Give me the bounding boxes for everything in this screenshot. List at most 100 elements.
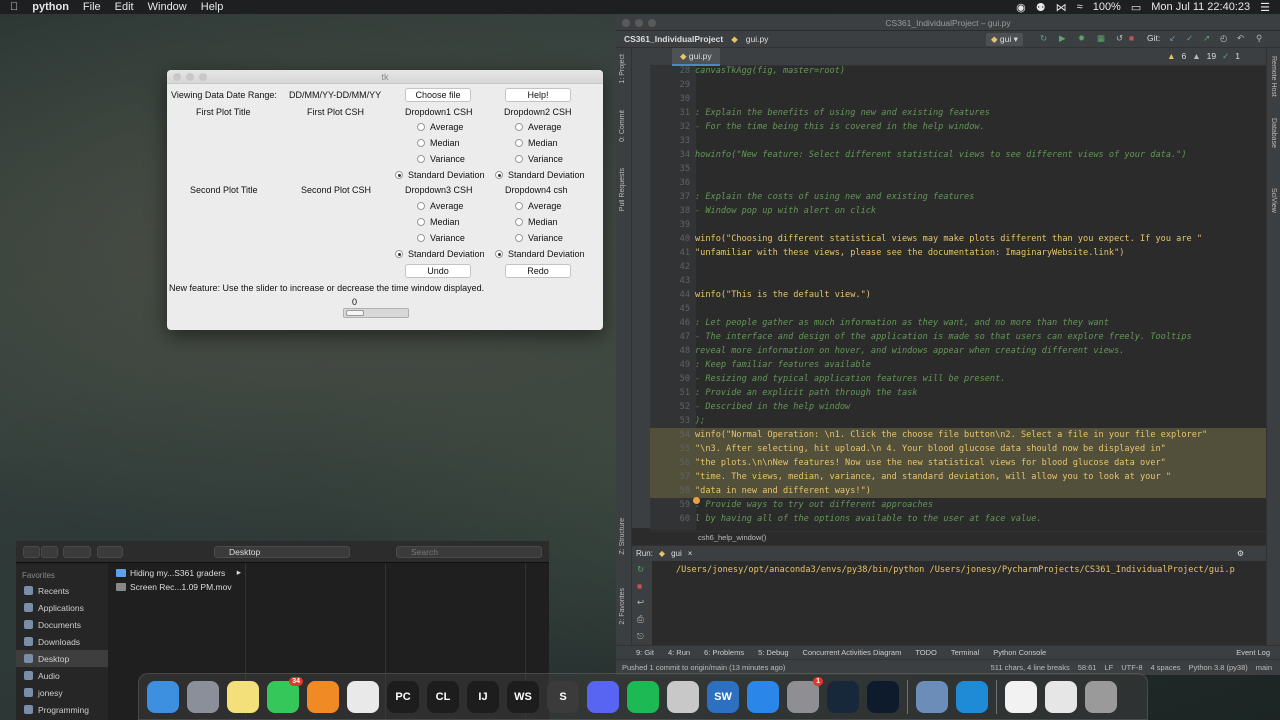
code-line[interactable]: 51: Provide an explicit path through the… [650, 386, 1266, 400]
xcode-instruments-icon[interactable] [747, 680, 779, 713]
clock[interactable]: Mon Jul 11 22:40:23 [1151, 1, 1250, 13]
code-line[interactable]: 45 [650, 302, 1266, 316]
intellij-icon[interactable]: IJ [467, 680, 499, 713]
code-line[interactable]: 49: Keep familiar features available [650, 358, 1266, 372]
run-tab[interactable]: gui [671, 549, 682, 558]
status-line-sep[interactable]: LF [1104, 663, 1113, 672]
sidebar-item-jonesy[interactable]: jonesy [16, 684, 108, 701]
code-line[interactable]: 28 canvasTkAgg(fig, master=root) [650, 66, 1266, 78]
rerun-icon[interactable]: ↻ [1040, 33, 1047, 44]
tool-event-log[interactable]: Event Log [1236, 648, 1280, 657]
tool-tab-favorites[interactable]: 2: Favorites [619, 588, 626, 625]
choose-file-button[interactable]: Choose file [405, 88, 471, 102]
menu-window[interactable]: Window [148, 1, 187, 13]
trash-icon[interactable] [1085, 680, 1117, 713]
pycharm-titlebar[interactable]: CS361_IndividualProject – gui.py [616, 15, 1280, 31]
code-line[interactable]: 29 [650, 78, 1266, 92]
dropdown2-label[interactable]: Dropdown2 CSH [504, 107, 572, 117]
history-icon[interactable]: ◴ [1220, 33, 1227, 44]
radio-3-median[interactable]: Median [417, 217, 460, 227]
tool-tab-remote-host[interactable]: Remote Host [1270, 56, 1277, 97]
wifi-icon[interactable]: ≈ [1077, 1, 1083, 13]
sidebar-item-programming[interactable]: Programming [16, 701, 108, 718]
bluetooth-icon[interactable]: ⋈ [1056, 1, 1067, 14]
code-line[interactable]: 46: Let people gather as much informatio… [650, 316, 1266, 330]
radio-1-variance[interactable]: Variance [417, 154, 465, 164]
radio-3-stddev[interactable]: Standard Deviation [395, 249, 485, 259]
code-line[interactable]: 55 "\n3. After selecting, hit upload.\n … [650, 442, 1266, 456]
spotify-icon[interactable] [627, 680, 659, 713]
tool-tab-pull-requests[interactable]: Pull Requests [619, 168, 626, 211]
menu-help[interactable]: Help [201, 1, 224, 13]
stop-icon[interactable]: ■ [632, 578, 652, 594]
git-push-icon[interactable]: ↗ [1203, 33, 1210, 44]
code-line[interactable]: 47 - The interface and design of the app… [650, 330, 1266, 344]
radio-4-median[interactable]: Median [515, 217, 558, 227]
dropdown4-label[interactable]: Dropdown4 csh [505, 185, 568, 195]
league-client-icon[interactable] [867, 680, 899, 713]
radio-2-stddev[interactable]: Standard Deviation [495, 170, 585, 180]
intention-bulb-icon[interactable] [693, 497, 700, 504]
code-line[interactable]: 58 "data in new and different ways!") [650, 484, 1266, 498]
search-input[interactable]: Search [396, 546, 542, 558]
tool-debug[interactable]: 5: Debug [758, 648, 788, 657]
code-line[interactable]: 43 [650, 274, 1266, 288]
search-icon[interactable]: ⚲ [1256, 33, 1262, 44]
code-line[interactable]: 33 [650, 134, 1266, 148]
tool-tab-sciview[interactable]: SciView [1270, 188, 1277, 213]
status-indent[interactable]: 4 spaces [1151, 663, 1181, 672]
run-icon[interactable]: ▶ [1059, 33, 1066, 44]
tool-tab-project[interactable]: 1: Project [619, 54, 626, 84]
code-line[interactable]: 52 - Described in the help window [650, 400, 1266, 414]
radio-4-variance[interactable]: Variance [515, 233, 563, 243]
code-line[interactable]: 38 - Window pop up with alert on click [650, 204, 1266, 218]
radio-2-variance[interactable]: Variance [515, 154, 563, 164]
code-line[interactable]: 56 "the plots.\n\nNew features! Now use … [650, 456, 1266, 470]
record-icon[interactable]: ◉ [1016, 1, 1026, 14]
dropdown3-label[interactable]: Dropdown3 CSH [405, 185, 473, 195]
sidebar-item-downloads[interactable]: Downloads [16, 633, 108, 650]
status-encoding[interactable]: UTF-8 [1121, 663, 1142, 672]
code-line[interactable]: 59: Provide ways to try out different ap… [650, 498, 1266, 512]
disk-utility-icon[interactable] [667, 680, 699, 713]
redo-button[interactable]: Redo [505, 264, 571, 278]
file-breadcrumb[interactable]: gui.py [746, 34, 769, 44]
sublime-icon[interactable]: S [547, 680, 579, 713]
minimize-button[interactable] [635, 19, 643, 27]
chrome-icon[interactable] [347, 680, 379, 713]
code-line[interactable]: 30 [650, 92, 1266, 106]
sidebar-item-documents[interactable]: Documents [16, 616, 108, 633]
dropdown1-label[interactable]: Dropdown1 CSH [405, 107, 473, 117]
undo-button[interactable]: Undo [405, 264, 471, 278]
code-line[interactable]: 44 winfo("This is the default view.") [650, 288, 1266, 302]
list-item[interactable]: Screen Rec...1.09 PM.mov [112, 581, 245, 593]
breadcrumb-function[interactable]: csh6_help_window() [650, 531, 1266, 543]
radio-1-stddev[interactable]: Standard Deviation [395, 170, 485, 180]
soft-wrap-icon[interactable]: ↩ [632, 594, 652, 611]
radio-4-stddev[interactable]: Standard Deviation [495, 249, 585, 259]
webstorm-icon[interactable]: WS [507, 680, 539, 713]
debug-icon[interactable]: ✹ [1078, 33, 1085, 44]
git-commit-icon[interactable]: ✓ [1186, 33, 1193, 44]
notes-icon[interactable] [227, 680, 259, 713]
profile-icon[interactable]: ↺ [1116, 33, 1123, 44]
code-line[interactable]: 35 [650, 162, 1266, 176]
status-message[interactable]: Pushed 1 commit to origin/main (13 minut… [622, 663, 785, 672]
tool-git[interactable]: 9: Git [636, 648, 654, 657]
pin-icon[interactable]: ⎋ [632, 628, 652, 645]
apple-icon[interactable]:  [10, 1, 18, 13]
tk-titlebar[interactable]: tk [167, 70, 603, 84]
clion-icon[interactable]: CL [427, 680, 459, 713]
status-caret[interactable]: 58:61 [1078, 663, 1097, 672]
books-icon[interactable] [307, 680, 339, 713]
tool-todo[interactable]: TODO [915, 648, 937, 657]
battery-icon[interactable]: ▭ [1131, 1, 1141, 14]
code-editor[interactable]: 28 canvasTkAgg(fig, master=root) 29 30 31: E… [650, 66, 1266, 530]
rerun-icon[interactable]: ↻ [632, 561, 652, 578]
control-center-icon[interactable]: ☰ [1260, 1, 1270, 14]
tool-run[interactable]: 4: Run [668, 648, 690, 657]
zoom-button[interactable] [199, 73, 207, 81]
radio-2-average[interactable]: Average [515, 122, 561, 132]
close-icon[interactable]: × [688, 549, 693, 558]
code-line[interactable]: 32 - For the time being this is covered … [650, 120, 1266, 134]
